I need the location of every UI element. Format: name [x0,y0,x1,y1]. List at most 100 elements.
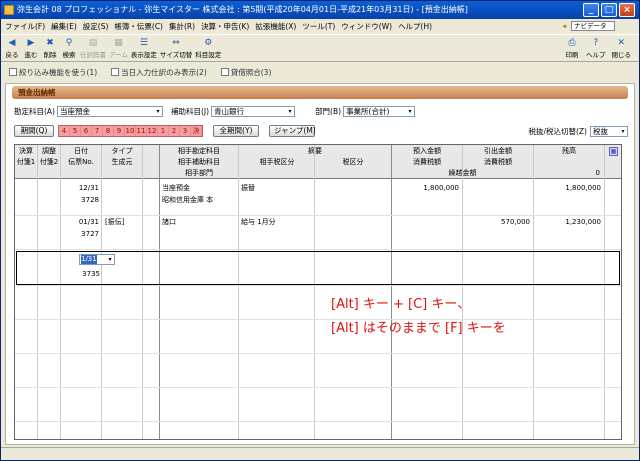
header-aite-hojo: 相手補助科目 [178,158,220,166]
help-button[interactable]: ? ヘルプ [586,37,606,59]
resize-button[interactable]: ⇔ サイズ切替 [160,37,192,59]
tax-toggle-select[interactable]: 税抜 ▾ [590,125,628,137]
menu-file[interactable]: ファイル(F) [5,21,45,32]
title-bar[interactable]: 弥生会計 08 プロフェッショナル - 弥生マイスター 株式会社 : 第5期(平… [1,1,639,19]
row-separator [15,249,621,250]
app-icon [4,5,14,15]
new-row-denpyo[interactable]: 3735 [62,269,100,279]
row2-hikidashi[interactable]: 570,000 [463,217,530,227]
new-entry-row[interactable]: 1/31 ▾ 3735 [16,251,620,285]
dictionary-icon: ▤ [88,38,98,48]
chevron-down-icon: ▾ [408,108,412,115]
grid-header: 決算 付箋1 調整 付箋2 日付 伝票No. タイプ 生成元 相手勘定科目 相手… [15,145,621,179]
menu-window[interactable]: ウィンドウ(W) [341,21,392,32]
grid-divider [159,145,160,439]
row2-denpyo[interactable]: 3727 [61,229,99,239]
sub-account-select[interactable]: 青山銀行 ▾ [211,106,296,117]
menu-edit[interactable]: 編集(E) [51,21,77,32]
month-tab[interactable]: 5 [70,126,81,136]
row1-tekiyo[interactable]: 振替 [241,183,255,193]
menu-extensions[interactable]: 拡張機能(X) [255,21,296,32]
search-button[interactable]: ⚲ 検索 [61,37,77,59]
row1-aite-hojo[interactable]: 昭和信用金庫 本 [162,195,238,205]
row1-date[interactable]: 12/31 [61,183,99,193]
row1-aite[interactable]: 当座預金 [162,183,190,193]
arm-button[interactable]: ▦ アーム [109,37,128,59]
checkbox-box [220,68,229,76]
close-button[interactable]: ✕ 閉じる [612,37,632,59]
header-fusen1: 付箋1 [16,158,36,166]
grid-divider [101,145,102,439]
header-zei: 税区分 [342,158,364,166]
header-seisei: 生成元 [111,158,133,166]
menu-closing[interactable]: 決算・申告(K) [201,21,249,32]
navi-data[interactable]: ✦ ナビデータ [562,21,639,31]
row1-denpyo[interactable]: 3728 [61,195,99,205]
row2-aite[interactable]: 諸口 [162,217,176,227]
month-tab[interactable]: 11 [136,126,147,136]
month-tab[interactable]: 1 [158,126,169,136]
print-button[interactable]: ⎙ 印刷 [564,37,580,59]
month-tab[interactable]: 3 [180,126,191,136]
grid-divider [462,145,463,439]
display-settings-icon: ☰ [139,38,148,48]
month-tab[interactable]: 8 [103,126,114,136]
month-tab[interactable]: 決 [191,126,202,136]
menu-help[interactable]: ヘルプ(H) [398,21,432,32]
arm-icon: ▦ [114,38,123,48]
header-denpyo: 伝票No. [68,158,94,166]
dictionary-button[interactable]: ▤ 仕訳辞書 [80,37,106,59]
month-tab[interactable]: 6 [81,126,92,136]
display-settings-button[interactable]: ☰ 表示設定 [131,37,157,59]
period-button[interactable]: 期間(Q) [14,125,54,137]
department-select[interactable]: 事業所(合計) ▾ [343,106,416,117]
row2-date[interactable]: 01/31 [61,217,99,227]
month-tab[interactable]: 4 [59,126,70,136]
month-tab[interactable]: 10 [125,126,136,136]
menu-bar: ファイル(F) 編集(E) 設定(S) 帳簿・伝票(C) 集計(R) 決算・申告… [1,19,639,33]
close-window-button[interactable]: × [619,3,635,17]
date-input-value: 1/31 [81,255,97,264]
month-tab[interactable]: 2 [169,126,180,136]
maximize-button[interactable]: □ [601,3,617,17]
filter-checkbox[interactable]: 絞り込み機能を使う(1) [9,67,97,78]
account-settings-button[interactable]: ⚙ 科目設定 [195,37,221,59]
row-separator [15,353,621,354]
month-tab[interactable]: 7 [92,126,103,136]
grid-divider [314,145,315,439]
grid-divider [142,145,143,439]
menu-settings[interactable]: 設定(S) [83,21,109,32]
print-icon: ⎙ [568,38,576,48]
month-tab[interactable]: 9 [114,126,125,136]
back-button[interactable]: ◀ 戻る [4,37,20,59]
header-chosei: 調整 [42,147,56,155]
account-select[interactable]: 当座預金 ▾ [56,106,163,117]
navi-data-select[interactable]: ナビデータ [571,21,615,31]
tax-toggle-label: 税抜/税込切替(Z) [528,126,587,136]
chevron-down-icon: ▾ [156,108,160,115]
today-only-checkbox[interactable]: 当日入力仕訳のみ表示(2) [111,67,207,78]
carry-over-balance: 0 [595,169,600,177]
header-hikidashi: 引出金額 [484,147,512,155]
all-period-button[interactable]: 全期間(Y) [213,125,259,137]
header-shohizei2: 消費税額 [484,158,512,166]
back-arrow-icon: ◀ [8,38,16,48]
ledger-panel: 預金出納帳 勘定科目(A) 当座預金 ▾ 補助科目(J) 青山銀行 ▾ 部門(B) … [5,83,635,445]
header-shohizei1: 消費税額 [413,158,441,166]
menu-summary[interactable]: 集計(R) [169,21,195,32]
month-tab[interactable]: 12 [147,126,158,136]
balance-check-checkbox[interactable]: 貸借照合(3) [220,67,271,78]
row2-type[interactable]: [振伝] [105,217,124,227]
delete-button[interactable]: ✖ 削除 [42,37,58,59]
row2-tekiyo[interactable]: 給与 1月分 [241,217,276,227]
forward-button[interactable]: ▶ 進む [23,37,39,59]
date-input[interactable]: 1/31 ▾ [79,254,115,265]
calendar-icon[interactable]: ▦ [609,147,618,156]
row1-nyukin[interactable]: 1,800,000 [392,183,459,193]
menu-books[interactable]: 帳簿・伝票(C) [114,21,163,32]
sub-account-label: 補助科目(J) [170,107,210,116]
minimize-button[interactable]: _ [583,3,599,17]
jump-button[interactable]: ジャンプ(M) [269,125,316,137]
menu-tools[interactable]: ツール(T) [302,21,335,32]
checkbox-box [111,68,120,76]
